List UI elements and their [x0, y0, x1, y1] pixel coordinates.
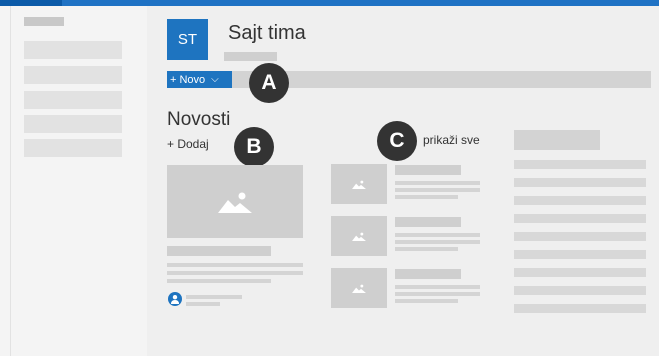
news-section-title: Novosti	[167, 109, 231, 130]
nav-item-placeholder[interactable]	[24, 66, 122, 84]
image-placeholder-icon	[352, 232, 366, 241]
chevron-down-icon: ⌵	[211, 74, 219, 85]
new-button-label: + Novo	[170, 73, 206, 86]
author-name-placeholder	[186, 295, 242, 299]
news-item-thumbnail[interactable]	[331, 164, 387, 204]
add-news-link[interactable]: + Dodaj	[167, 137, 209, 151]
right-column-line[interactable]	[514, 304, 646, 313]
callout-a: A	[249, 63, 289, 103]
right-column-line[interactable]	[514, 232, 646, 241]
right-column-heading-placeholder	[514, 130, 600, 150]
news-item-text-line	[395, 299, 458, 303]
site-subtitle-placeholder	[224, 52, 277, 61]
right-column-line[interactable]	[514, 250, 646, 259]
image-placeholder-icon	[352, 180, 366, 189]
site-logo[interactable]: ST	[167, 19, 208, 60]
nav-item-placeholder[interactable]	[24, 115, 122, 133]
news-hero-text-line	[167, 279, 271, 283]
nav-item-placeholder[interactable]	[24, 139, 122, 157]
news-hero-text-line	[167, 263, 303, 267]
news-item-thumbnail[interactable]	[331, 216, 387, 256]
site-title[interactable]: Sajt tima	[228, 22, 306, 45]
right-column-line[interactable]	[514, 178, 646, 187]
image-placeholder-icon	[218, 192, 252, 213]
image-placeholder-icon	[352, 284, 366, 293]
news-item-text-line	[395, 188, 480, 192]
author-avatar[interactable]	[168, 292, 182, 306]
news-hero-text-line	[167, 271, 303, 275]
right-column-line[interactable]	[514, 268, 646, 277]
sidebar-divider	[10, 6, 11, 356]
author-date-placeholder	[186, 302, 220, 306]
news-item-text-line	[395, 181, 480, 185]
right-column-line[interactable]	[514, 286, 646, 295]
right-column-line[interactable]	[514, 196, 646, 205]
news-item-text-line	[395, 247, 458, 251]
new-button[interactable]: + Novo ⌵	[167, 71, 232, 88]
news-item-text-line	[395, 285, 480, 289]
nav-item-placeholder[interactable]	[24, 91, 122, 109]
news-item-thumbnail[interactable]	[331, 268, 387, 308]
see-all-link[interactable]: prikaži sve	[423, 133, 480, 147]
news-item-text-line	[395, 195, 458, 199]
command-bar	[232, 71, 651, 88]
right-column-line[interactable]	[514, 214, 646, 223]
news-item-title-placeholder[interactable]	[395, 165, 461, 175]
news-hero-image[interactable]	[167, 165, 303, 238]
news-hero-title-placeholder[interactable]	[167, 246, 271, 256]
nav-heading-placeholder	[24, 17, 64, 26]
news-item-text-line	[395, 240, 480, 244]
news-item-text-line	[395, 233, 480, 237]
news-item-title-placeholder[interactable]	[395, 269, 461, 279]
callout-b: B	[234, 127, 274, 167]
right-column-line[interactable]	[514, 160, 646, 169]
news-item-title-placeholder[interactable]	[395, 217, 461, 227]
news-item-text-line	[395, 292, 480, 296]
site-logo-initials: ST	[177, 31, 198, 48]
person-icon	[171, 295, 179, 304]
callout-c: C	[377, 121, 417, 161]
nav-item-placeholder[interactable]	[24, 41, 122, 59]
